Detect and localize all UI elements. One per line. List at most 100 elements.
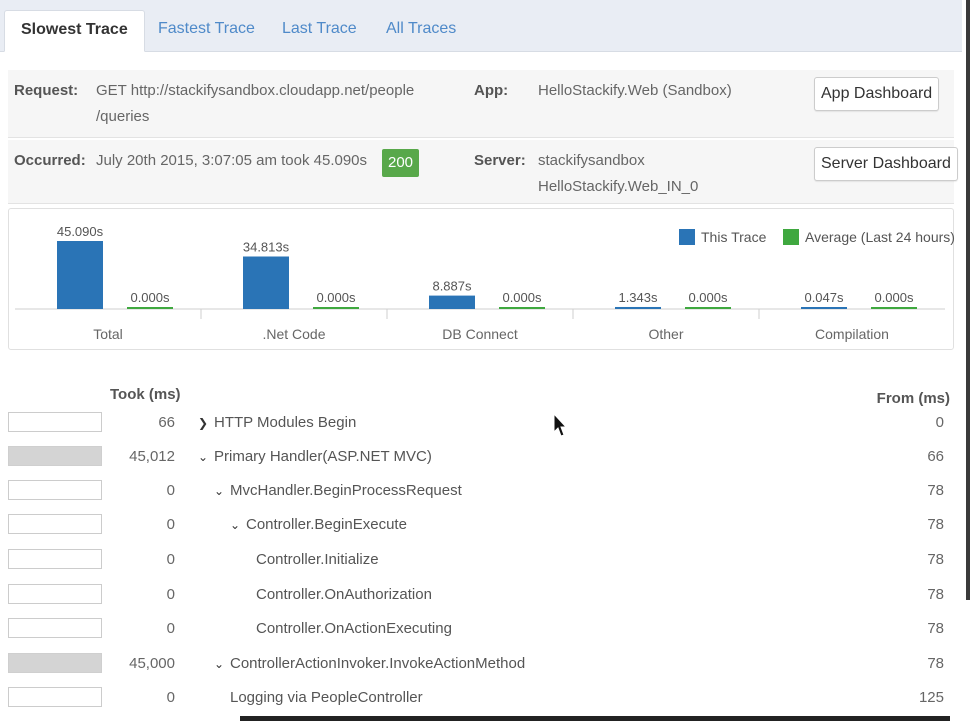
trace-took-ms: 66 [158,414,175,431]
trace-duration-bar [8,584,102,604]
bottom-edge-strip [240,716,950,721]
status-badge: 200 [382,149,420,177]
took-ms-header: Took (ms) [110,386,181,403]
chart-value-label: 0.000s [874,290,914,305]
tab-last-trace[interactable]: Last Trace [266,10,373,52]
chart-value-label: 0.000s [316,290,356,305]
trace-from-ms: 78 [927,586,944,603]
trace-step-label: Controller.BeginExecute [246,516,407,533]
server-value: stackifysandbox HelloStackify.Web_IN_0 [538,148,698,200]
trace-step-name[interactable]: ⌄ MvcHandler.BeginProcessRequest [214,482,462,499]
trace-step-name[interactable]: ⌄ ControllerActionInvoker.InvokeActionMet… [214,655,525,672]
trace-row[interactable]: 0 Controller.OnActionExecuting 78 [0,610,962,644]
tab-all-traces[interactable]: All Traces [370,10,472,52]
chevron-down-icon[interactable]: ⌄ [214,657,228,671]
tab-slowest-trace[interactable]: Slowest Trace [4,10,145,52]
trace-took-ms: 0 [166,516,175,533]
trace-from-ms: 78 [927,516,944,533]
trace-step-name: Controller.Initialize [256,551,379,568]
request-info-row: Request: GET http://stackifysandbox.clou… [8,70,954,138]
chart-bar-this-trace [243,256,289,309]
chart-bar-this-trace [429,295,475,309]
mouse-pointer-icon [553,413,567,437]
trace-duration-bar [8,412,102,432]
request-url: GET http://stackifysandbox.cloudapp.net/… [96,78,414,130]
trace-from-ms: 78 [927,655,944,672]
trace-from-ms: 125 [918,689,944,706]
server-value-line2: HelloStackify.Web_IN_0 [538,178,699,195]
trace-took-ms: 0 [166,482,175,499]
app-dashboard-button[interactable]: App Dashboard [814,77,940,111]
tab-fastest-trace[interactable]: Fastest Trace [142,10,271,52]
chart-category-label: DB Connect [442,326,518,342]
trace-took-ms: 0 [166,586,175,603]
trace-from-ms: 66 [927,448,944,465]
chart-bar-this-trace [57,241,103,309]
trace-row[interactable]: 0 Logging via PeopleController 125 [0,679,962,713]
trace-row[interactable]: 0 Controller.Initialize 78 [0,541,962,575]
chart-value-label: 0.000s [130,290,170,305]
trace-took-ms: 0 [166,551,175,568]
chart-category-label: Compilation [815,326,889,342]
chevron-down-icon[interactable]: ⌄ [230,518,244,532]
chart-value-label: 0.047s [804,290,844,305]
trace-duration-bar [8,480,102,500]
trace-step-label: Controller.Initialize [256,551,379,568]
trace-row[interactable]: 66 ❯ HTTP Modules Begin 0 [0,404,962,438]
occurred-value: July 20th 2015, 3:07:05 am took 45.090s [96,152,368,169]
trace-step-label: Logging via PeopleController [230,689,423,706]
trace-step-name[interactable]: ❯ HTTP Modules Begin [198,414,356,431]
app-name: HelloStackify.Web (Sandbox) [538,82,732,99]
trace-row[interactable]: 0 ⌄ Controller.BeginExecute 78 [0,506,962,540]
trace-step-label: Controller.OnAuthorization [256,586,432,603]
app-label: App: [474,82,509,99]
trace-took-ms: 0 [166,620,175,637]
trace-step-name: Controller.OnActionExecuting [256,620,452,637]
chart-category-label: .Net Code [262,326,325,342]
trace-from-ms: 0 [935,414,944,431]
trace-step-label: MvcHandler.BeginProcessRequest [230,482,462,499]
chevron-down-icon[interactable]: ⌄ [198,450,212,464]
trace-duration-bar [8,618,102,638]
chart-bar-average [499,307,545,309]
chevron-down-icon[interactable]: ⌄ [214,484,228,498]
chart-value-label: 45.090s [57,224,104,239]
trace-from-ms: 78 [927,551,944,568]
trace-tabbar: Slowest Trace Fastest Trace Last Trace A… [0,0,962,52]
trace-duration-bar [8,653,102,673]
trace-step-name: Logging via PeopleController [230,689,423,706]
chevron-right-icon[interactable]: ❯ [198,416,212,430]
trace-step-label: HTTP Modules Begin [214,414,357,431]
trace-took-ms: 0 [166,689,175,706]
trace-row[interactable]: 45,000 ⌄ ControllerActionInvoker.InvokeAct… [0,645,962,679]
trace-step-label: ControllerActionInvoker.InvokeActionMeth… [230,655,526,672]
request-url-line1: GET http://stackifysandbox.cloudapp.net/… [96,82,415,99]
chart-category-label: Other [648,326,683,342]
legend-this-trace-label: This Trace [701,229,767,245]
trace-step-name[interactable]: ⌄ Controller.BeginExecute [230,516,407,533]
trace-duration-bar [8,687,102,707]
chart-bar-average [127,307,173,309]
trace-duration-bar [8,549,102,569]
chart-bar-average [685,307,731,309]
trace-took-ms: 45,012 [129,448,175,465]
server-label: Server: [474,152,526,169]
chart-bar-this-trace [615,306,661,309]
chart-value-label: 1.343s [618,290,658,305]
trace-row[interactable]: 0 ⌄ MvcHandler.BeginProcessRequest 78 [0,472,962,506]
legend-this-trace-swatch [679,229,695,245]
chart-value-label: 0.000s [502,290,542,305]
server-dashboard-button[interactable]: Server Dashboard [814,147,958,181]
right-edge-strip [966,0,970,600]
legend-average-label: Average (Last 24 hours) [805,229,955,245]
trace-step-label: Controller.OnActionExecuting [256,620,452,637]
trace-step-label: Primary Handler(ASP.NET MVC) [214,448,432,465]
chart-value-label: 8.887s [432,279,472,294]
trace-step-name[interactable]: ⌄ Primary Handler(ASP.NET MVC) [198,448,432,465]
trace-from-ms: 78 [927,620,944,637]
time-breakdown-chart: 45.090s 0.000s Total 34.813s 0.000s .Net Code… [8,208,955,350]
trace-row[interactable]: 0 Controller.OnAuthorization 78 [0,576,962,610]
trace-row[interactable]: 45,012 ⌄ Primary Handler(ASP.NET MVC) 66 [0,438,962,472]
trace-step-name: Controller.OnAuthorization [256,586,432,603]
trace-duration-bar [8,514,102,534]
